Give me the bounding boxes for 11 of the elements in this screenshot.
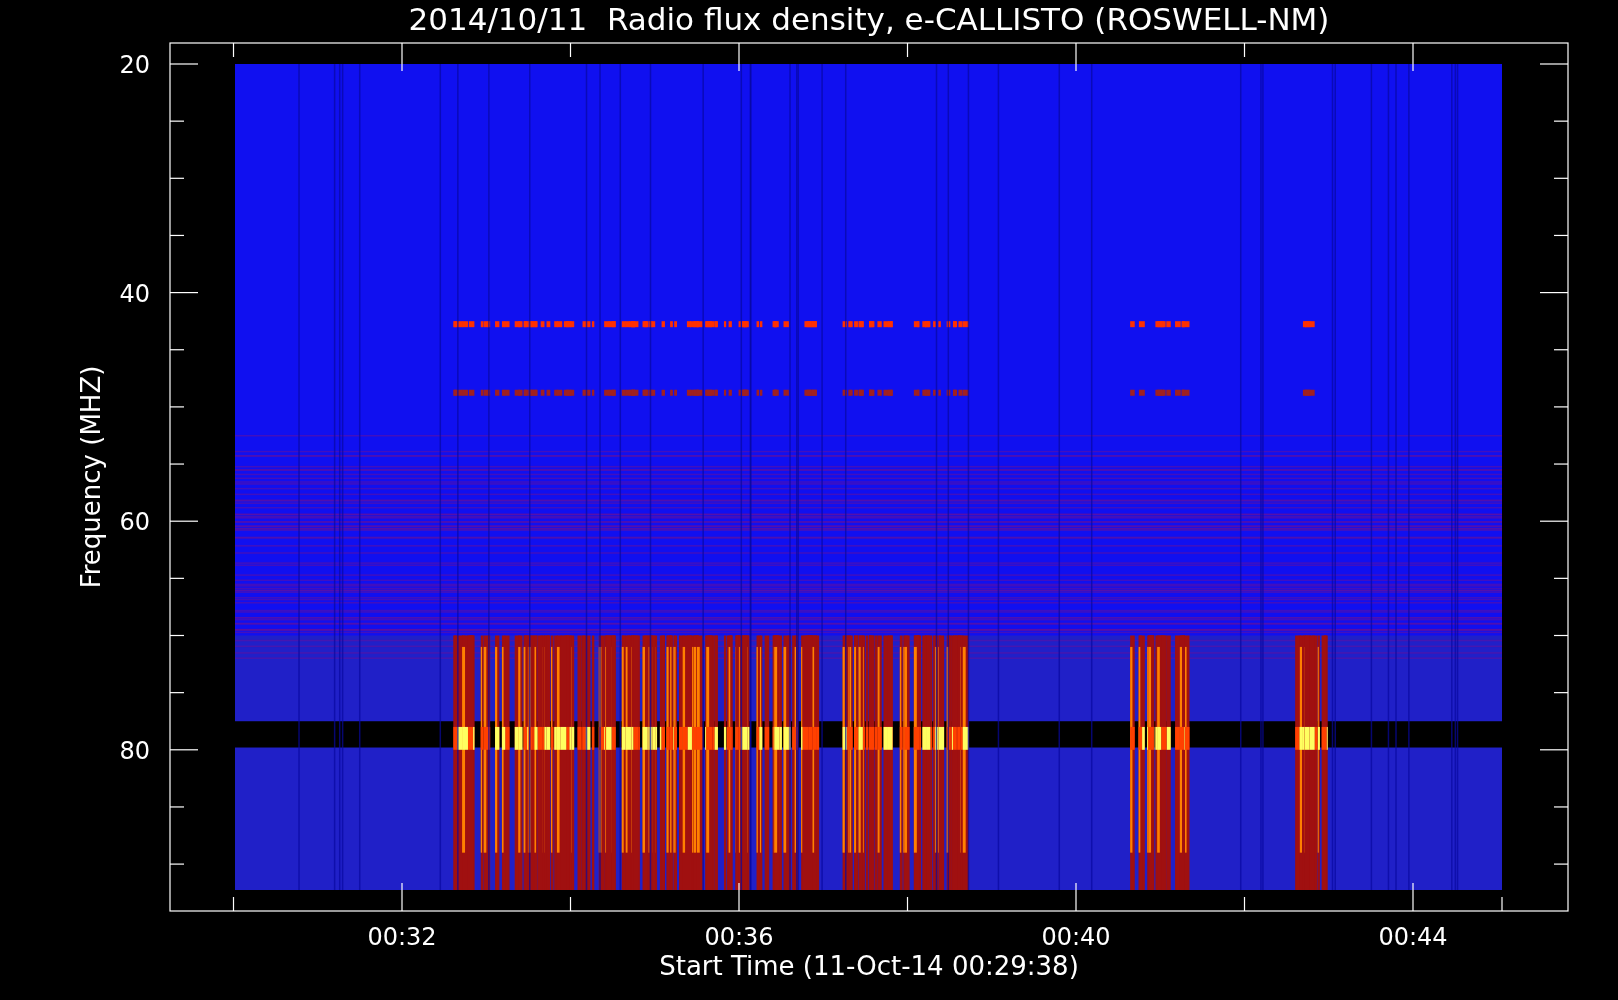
y-tick-label: 20: [119, 51, 150, 79]
y-axis-title: Frequency (MHZ): [76, 365, 106, 589]
y-tick-label: 80: [119, 736, 150, 765]
x-tick-label: 00:44: [1378, 923, 1448, 951]
y-tick-label: 60: [119, 508, 150, 537]
chart-title: 2014/10/11 Radio flux density, e-CALLISTO (ROSWELL-NM): [408, 1, 1330, 37]
x-axis-title: Start Time (11-Oct-14 00:29:38): [659, 951, 1079, 981]
x-tick-label: 00:40: [1041, 923, 1111, 951]
x-tick-label: 00:36: [704, 923, 774, 951]
x-tick-label: 00:32: [367, 923, 437, 951]
y-tick-label: 40: [119, 279, 150, 308]
